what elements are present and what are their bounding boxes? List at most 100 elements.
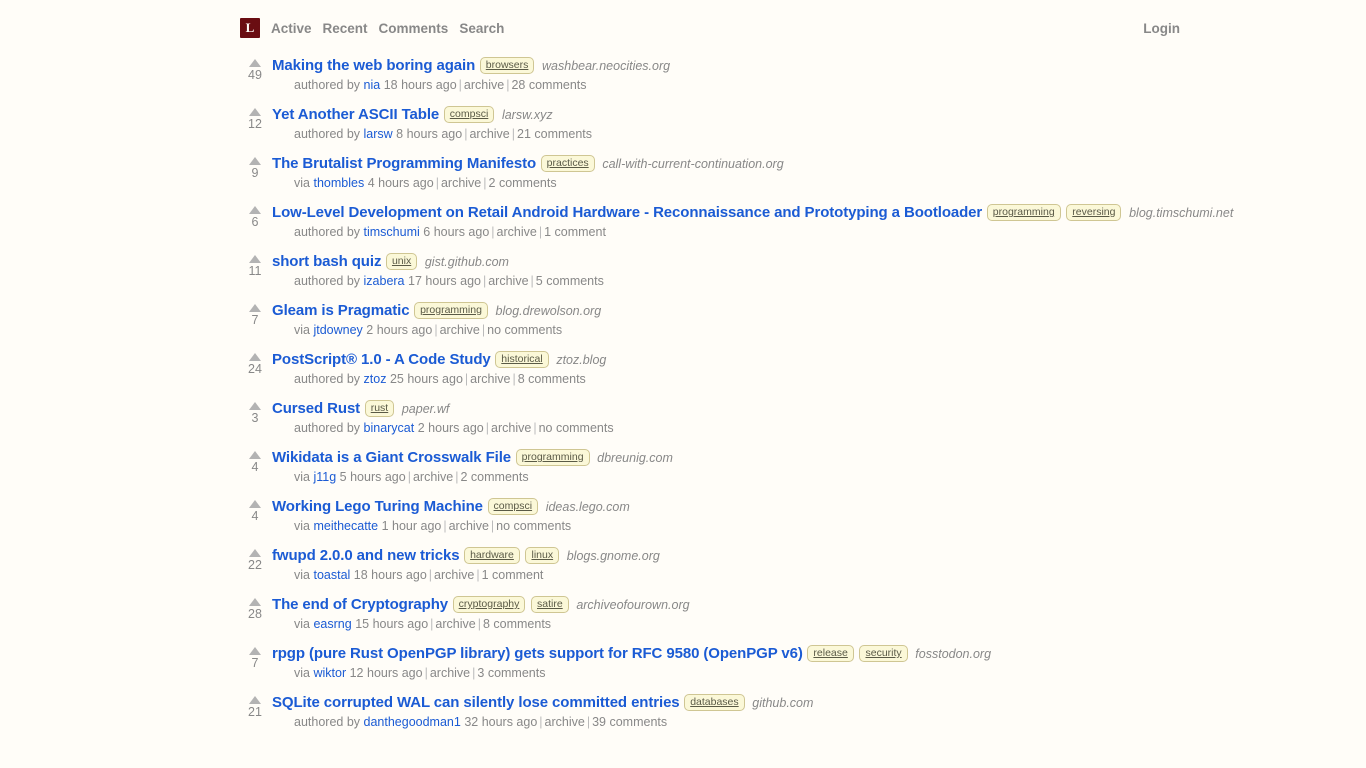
byline-comments-link[interactable]: 28 comments bbox=[511, 78, 586, 92]
upvote-arrow-icon[interactable] bbox=[249, 402, 261, 410]
byline-author-link[interactable]: larsw bbox=[364, 127, 393, 141]
story-tag[interactable]: browsers bbox=[479, 57, 535, 74]
story-domain[interactable]: call-with-current-continuation.org bbox=[602, 157, 783, 171]
upvote-arrow-icon[interactable] bbox=[249, 353, 261, 361]
byline-comments-link[interactable]: no comments bbox=[487, 323, 562, 337]
story-tag[interactable]: programming bbox=[515, 449, 590, 466]
story-tag[interactable]: databases bbox=[684, 694, 745, 711]
byline-age[interactable]: 18 hours ago bbox=[384, 78, 457, 92]
byline-age[interactable]: 18 hours ago bbox=[354, 568, 427, 582]
byline-comments-link[interactable]: 1 comment bbox=[482, 568, 544, 582]
byline-author-link[interactable]: meithecatte bbox=[313, 519, 378, 533]
story-domain[interactable]: blog.drewolson.org bbox=[496, 304, 602, 318]
story-tag[interactable]: compsci bbox=[443, 106, 495, 123]
byline-age[interactable]: 25 hours ago bbox=[390, 372, 463, 386]
upvote-arrow-icon[interactable] bbox=[249, 59, 261, 67]
byline-comments-link[interactable]: 5 comments bbox=[536, 274, 604, 288]
upvote-arrow-icon[interactable] bbox=[249, 549, 261, 557]
byline-author-link[interactable]: danthegoodman1 bbox=[364, 715, 461, 729]
upvote-arrow-icon[interactable] bbox=[249, 206, 261, 214]
nav-item-search[interactable]: Search bbox=[459, 21, 504, 36]
story-title-link[interactable]: The Brutalist Programming Manifesto bbox=[272, 155, 536, 172]
byline-age[interactable]: 17 hours ago bbox=[408, 274, 481, 288]
story-domain[interactable]: fosstodon.org bbox=[915, 647, 991, 661]
story-tag[interactable]: satire bbox=[531, 596, 569, 613]
byline-archive-link[interactable]: archive bbox=[497, 225, 537, 239]
byline-comments-link[interactable]: no comments bbox=[539, 421, 614, 435]
byline-author-link[interactable]: ztoz bbox=[364, 372, 387, 386]
story-title-link[interactable]: Yet Another ASCII Table bbox=[272, 106, 439, 123]
byline-archive-link[interactable]: archive bbox=[470, 372, 510, 386]
nav-item-active[interactable]: Active bbox=[271, 21, 312, 36]
byline-age[interactable]: 6 hours ago bbox=[423, 225, 489, 239]
byline-age[interactable]: 4 hours ago bbox=[368, 176, 434, 190]
story-domain[interactable]: larsw.xyz bbox=[502, 108, 553, 122]
byline-author-link[interactable]: j11g bbox=[313, 470, 336, 484]
story-domain[interactable]: ztoz.blog bbox=[556, 353, 606, 367]
upvote-arrow-icon[interactable] bbox=[249, 255, 261, 263]
byline-archive-link[interactable]: archive bbox=[464, 78, 504, 92]
byline-age[interactable]: 5 hours ago bbox=[340, 470, 406, 484]
byline-author-link[interactable]: binarycat bbox=[364, 421, 415, 435]
story-title-link[interactable]: Wikidata is a Giant Crosswalk File bbox=[272, 449, 511, 466]
byline-age[interactable]: 15 hours ago bbox=[355, 617, 428, 631]
byline-author-link[interactable]: izabera bbox=[364, 274, 405, 288]
story-tag[interactable]: security bbox=[859, 645, 908, 662]
byline-archive-link[interactable]: archive bbox=[413, 470, 453, 484]
story-title-link[interactable]: PostScript® 1.0 - A Code Study bbox=[272, 351, 491, 368]
byline-archive-link[interactable]: archive bbox=[491, 421, 531, 435]
byline-author-link[interactable]: thombles bbox=[313, 176, 364, 190]
story-domain[interactable]: washbear.neocities.org bbox=[542, 59, 670, 73]
story-title-link[interactable]: Low-Level Development on Retail Android … bbox=[272, 204, 982, 221]
story-domain[interactable]: paper.wf bbox=[402, 402, 449, 416]
byline-comments-link[interactable]: 8 comments bbox=[483, 617, 551, 631]
story-tag[interactable]: rust bbox=[364, 400, 395, 417]
byline-author-link[interactable]: timschumi bbox=[364, 225, 420, 239]
byline-archive-link[interactable]: archive bbox=[545, 715, 585, 729]
byline-age[interactable]: 2 hours ago bbox=[366, 323, 432, 337]
byline-archive-link[interactable]: archive bbox=[434, 568, 474, 582]
login-link[interactable]: Login bbox=[1143, 21, 1180, 36]
byline-comments-link[interactable]: 21 comments bbox=[517, 127, 592, 141]
lobsters-logo[interactable]: L bbox=[240, 18, 260, 38]
story-domain[interactable]: github.com bbox=[752, 696, 813, 710]
byline-age[interactable]: 32 hours ago bbox=[464, 715, 537, 729]
story-title-link[interactable]: rpgp (pure Rust OpenPGP library) gets su… bbox=[272, 645, 803, 662]
story-domain[interactable]: gist.github.com bbox=[425, 255, 509, 269]
byline-author-link[interactable]: easrng bbox=[313, 617, 351, 631]
byline-archive-link[interactable]: archive bbox=[435, 617, 475, 631]
story-title-link[interactable]: Making the web boring again bbox=[272, 57, 475, 74]
story-tag[interactable]: reversing bbox=[1066, 204, 1122, 221]
upvote-arrow-icon[interactable] bbox=[249, 451, 261, 459]
byline-author-link[interactable]: nia bbox=[364, 78, 381, 92]
byline-age[interactable]: 1 hour ago bbox=[382, 519, 442, 533]
story-domain[interactable]: blog.timschumi.net bbox=[1129, 206, 1233, 220]
story-tag[interactable]: historical bbox=[495, 351, 549, 368]
byline-comments-link[interactable]: no comments bbox=[496, 519, 571, 533]
byline-archive-link[interactable]: archive bbox=[440, 323, 480, 337]
byline-comments-link[interactable]: 39 comments bbox=[592, 715, 667, 729]
story-title-link[interactable]: Cursed Rust bbox=[272, 400, 360, 417]
byline-comments-link[interactable]: 1 comment bbox=[544, 225, 606, 239]
story-title-link[interactable]: fwupd 2.0.0 and new tricks bbox=[272, 547, 460, 564]
byline-archive-link[interactable]: archive bbox=[488, 274, 528, 288]
story-title-link[interactable]: Working Lego Turing Machine bbox=[272, 498, 483, 515]
story-tag[interactable]: linux bbox=[525, 547, 560, 564]
nav-item-comments[interactable]: Comments bbox=[379, 21, 449, 36]
story-tag[interactable]: programming bbox=[414, 302, 488, 319]
story-tag[interactable]: unix bbox=[385, 253, 418, 270]
byline-author-link[interactable]: toastal bbox=[313, 568, 350, 582]
byline-comments-link[interactable]: 2 comments bbox=[489, 176, 557, 190]
story-domain[interactable]: archiveofourown.org bbox=[576, 598, 689, 612]
story-title-link[interactable]: Gleam is Pragmatic bbox=[272, 302, 410, 319]
story-tag[interactable]: programming bbox=[986, 204, 1061, 221]
byline-archive-link[interactable]: archive bbox=[430, 666, 470, 680]
story-title-link[interactable]: short bash quiz bbox=[272, 253, 381, 270]
nav-item-recent[interactable]: Recent bbox=[323, 21, 368, 36]
story-title-link[interactable]: The end of Cryptography bbox=[272, 596, 448, 613]
byline-author-link[interactable]: jtdowney bbox=[313, 323, 362, 337]
byline-archive-link[interactable]: archive bbox=[449, 519, 489, 533]
byline-archive-link[interactable]: archive bbox=[441, 176, 481, 190]
byline-age[interactable]: 8 hours ago bbox=[396, 127, 462, 141]
story-domain[interactable]: ideas.lego.com bbox=[546, 500, 630, 514]
